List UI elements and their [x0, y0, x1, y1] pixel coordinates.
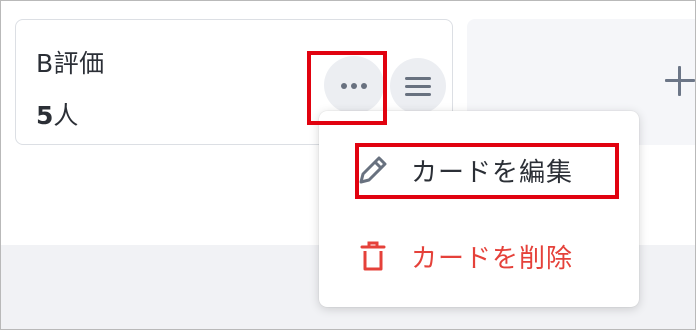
delete-card-label: カードを削除 [411, 243, 574, 274]
pencil-icon [355, 152, 391, 188]
delete-card-menu-item[interactable]: カードを削除 [319, 221, 639, 291]
plus-icon [665, 66, 695, 96]
edit-card-menu-item[interactable]: カードを編集 [319, 135, 639, 205]
card-count: 5人 [36, 96, 78, 132]
trash-icon [355, 238, 391, 274]
card-title: B評価 [36, 49, 105, 78]
card-drag-handle[interactable] [390, 58, 446, 114]
edit-card-label: カードを編集 [411, 157, 574, 188]
card-count-number: 5 [36, 101, 54, 130]
card-context-menu: カードを編集 カードを削除 [319, 111, 639, 307]
card-more-button[interactable] [324, 56, 384, 114]
screenshot-frame: B評価 5人 カードを編集 カードを削除 [0, 0, 696, 330]
card-count-unit: 人 [53, 101, 79, 130]
